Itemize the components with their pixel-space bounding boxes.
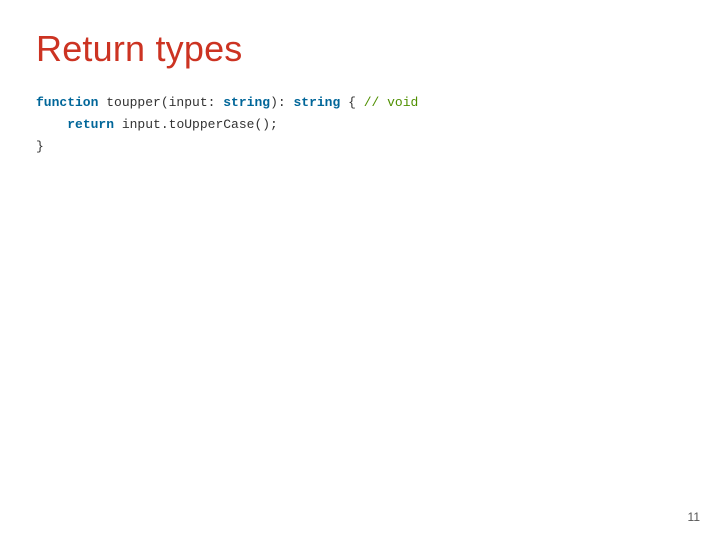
code-text: input.toUpperCase(); bbox=[114, 117, 278, 132]
code-text: } bbox=[36, 139, 44, 154]
slide: Return types function toupper(input: str… bbox=[0, 0, 720, 540]
slide-title: Return types bbox=[36, 28, 684, 70]
keyword-return: return bbox=[67, 117, 114, 132]
code-text: { bbox=[340, 95, 363, 110]
code-indent bbox=[36, 117, 67, 132]
code-text: ): bbox=[270, 95, 293, 110]
keyword-function: function bbox=[36, 95, 98, 110]
page-number: 11 bbox=[688, 510, 700, 524]
code-block: function toupper(input: string): string … bbox=[36, 92, 684, 158]
comment: // void bbox=[364, 95, 419, 110]
code-text: toupper(input: bbox=[98, 95, 223, 110]
type-param: string bbox=[223, 95, 270, 110]
type-return: string bbox=[293, 95, 340, 110]
